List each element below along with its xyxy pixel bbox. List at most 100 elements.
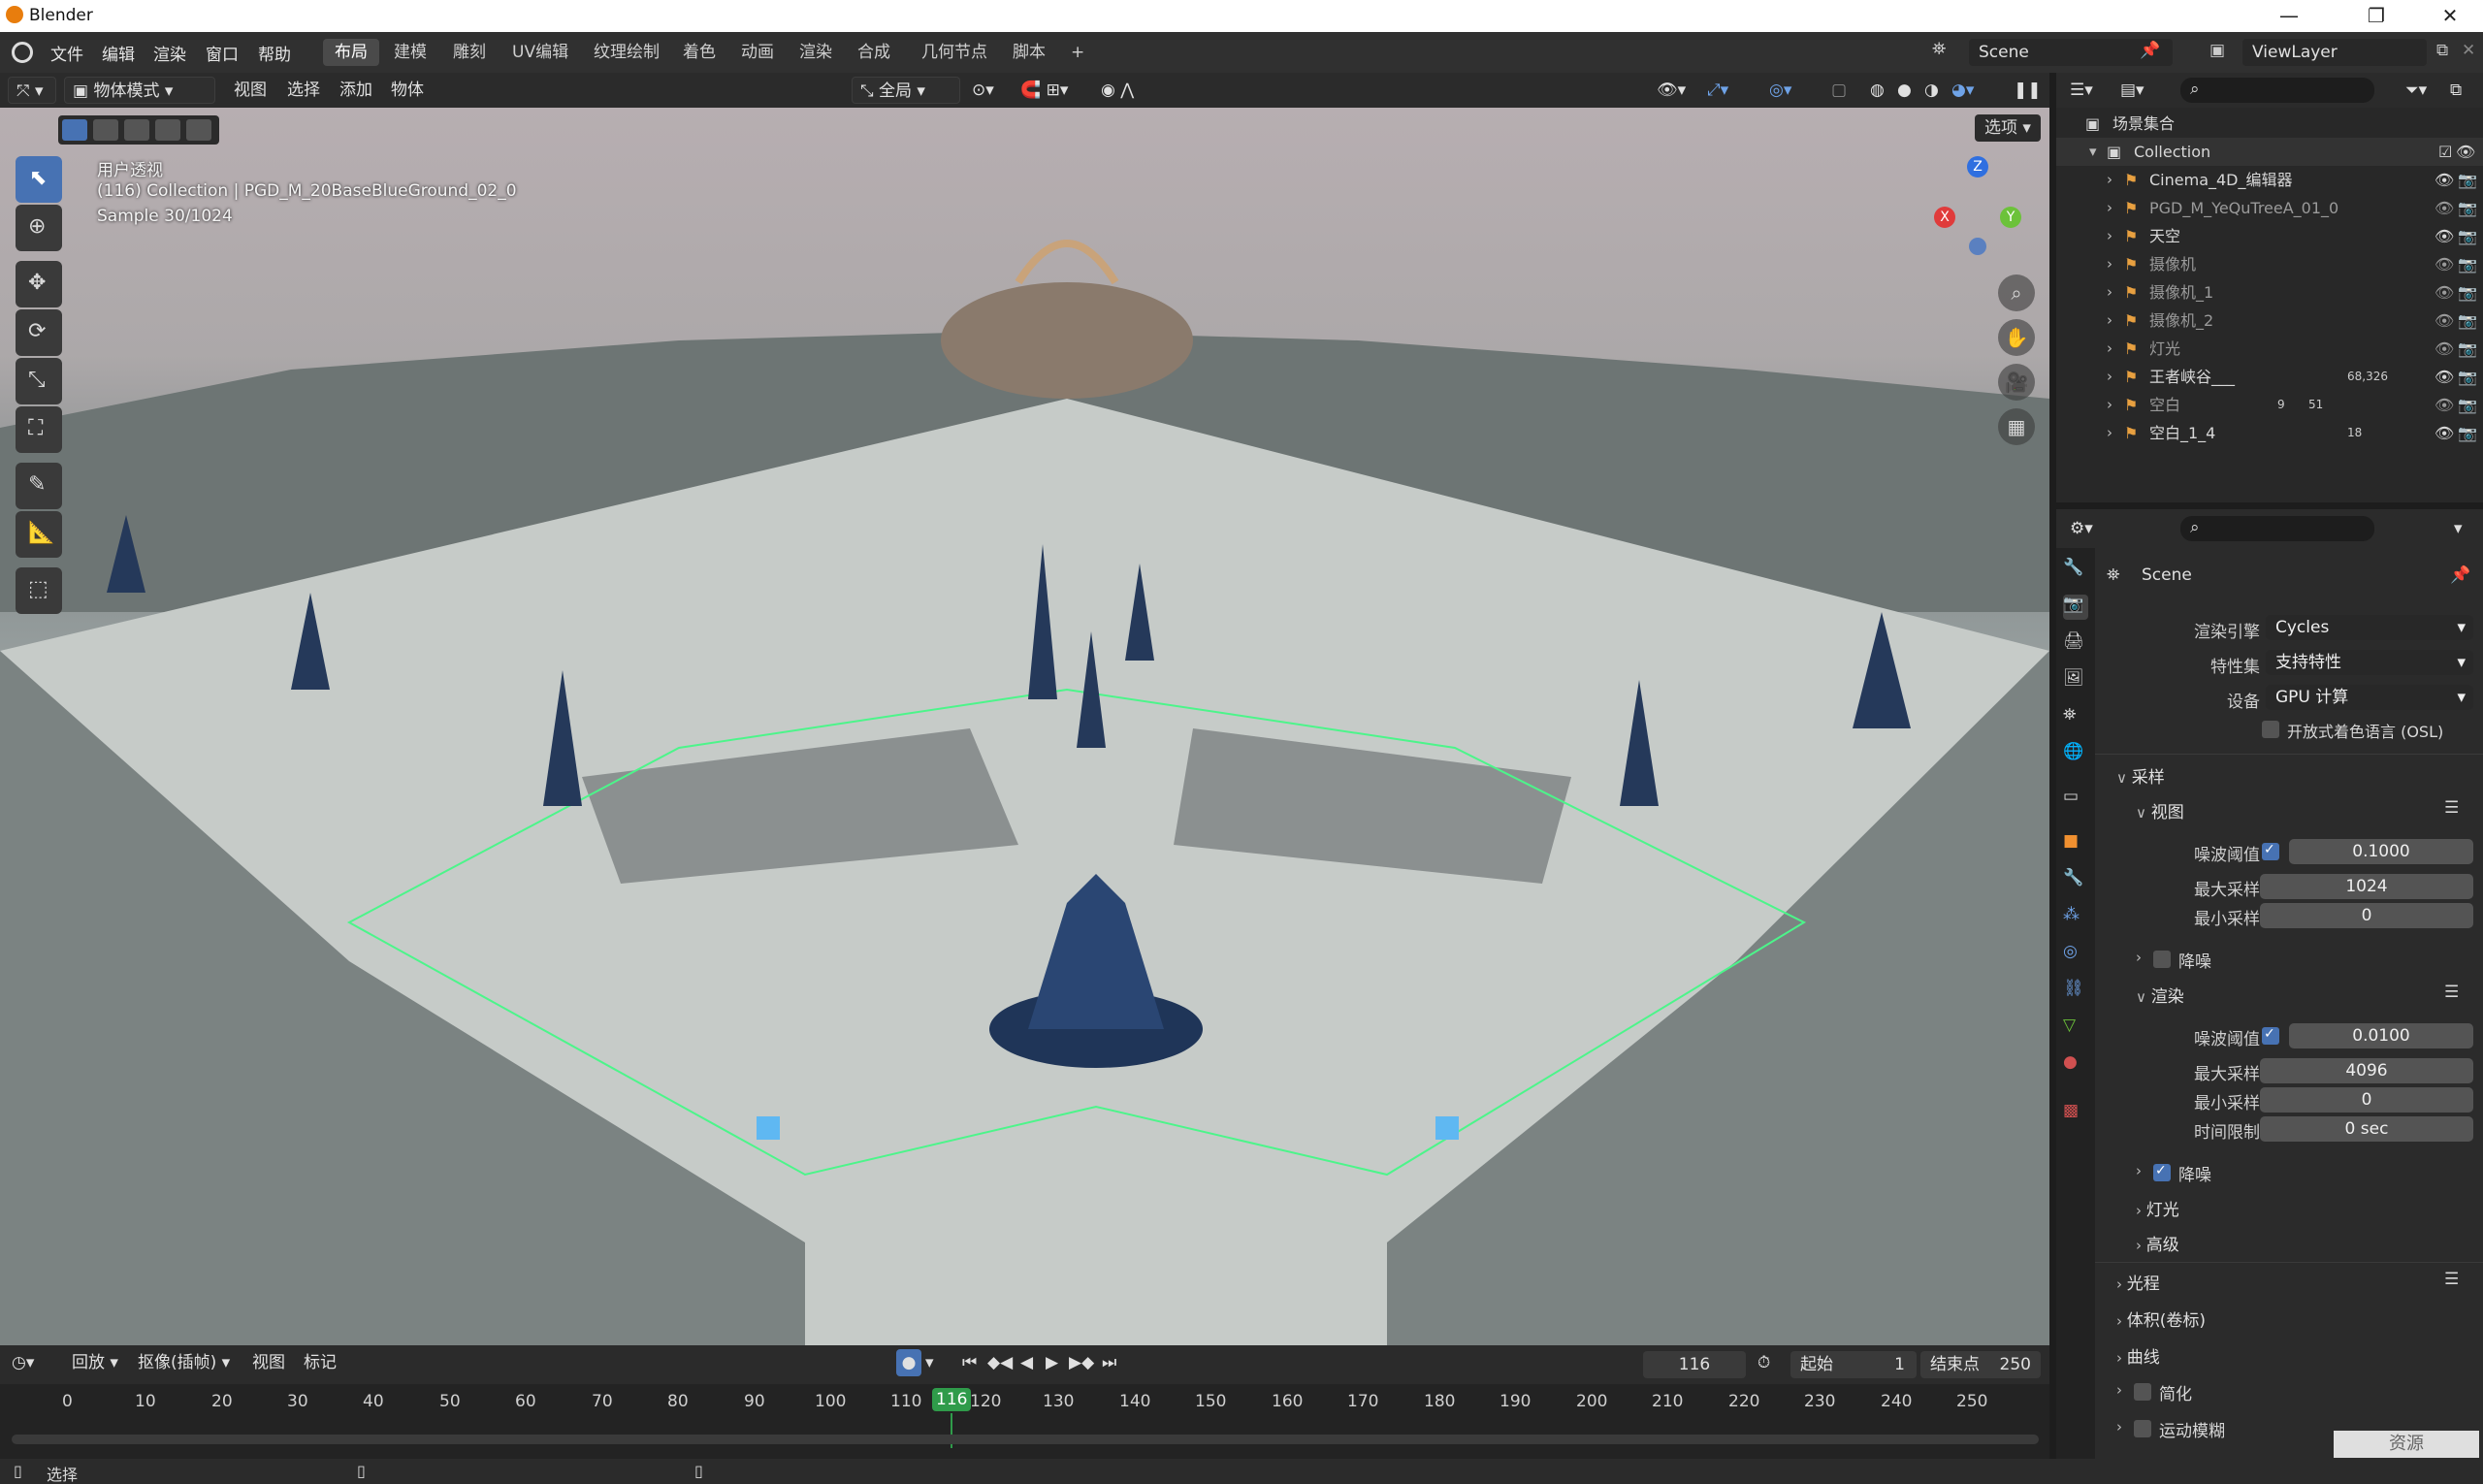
transform-orientation-dropdown[interactable]: ⤡ 全局 ▾: [852, 77, 960, 104]
tab-modeling[interactable]: 建模: [382, 39, 438, 66]
properties-search-input[interactable]: ⌕: [2180, 516, 2374, 541]
outliner-collection-row[interactable]: ▾ ▣ Collection ☑ 👁: [2056, 138, 2483, 166]
eye-icon[interactable]: 👁: [2435, 363, 2454, 391]
add-workspace-button[interactable]: +: [1059, 39, 1096, 66]
scale-tool-button[interactable]: ⤡: [16, 358, 62, 404]
device-dropdown[interactable]: GPU 计算 ▾: [2266, 685, 2473, 710]
particles-tab-icon[interactable]: ⁂: [2063, 905, 2088, 930]
expand-arrow-icon[interactable]: ›: [2107, 419, 2112, 447]
pin-icon[interactable]: 📌: [2450, 565, 2470, 585]
eye-icon[interactable]: 👁: [2435, 250, 2454, 278]
eye-icon[interactable]: 👁: [2435, 306, 2454, 335]
tab-layout[interactable]: 布局: [323, 39, 379, 66]
physics-tab-icon[interactable]: ◎: [2063, 942, 2088, 967]
render-denoise-header[interactable]: ›: [2136, 1161, 2142, 1180]
eye-icon[interactable]: 👁: [2435, 194, 2454, 222]
outliner-item-row[interactable]: › ⚑ 空白 9 51 👁 📷: [2056, 391, 2483, 419]
maximize-button[interactable]: ❐: [2347, 2, 2405, 29]
viewport-denoise-header[interactable]: ›: [2136, 948, 2142, 967]
filter-icon[interactable]: ⏷▾: [2405, 77, 2427, 104]
add-cube-tool-button[interactable]: ⬚: [16, 567, 62, 614]
annotate-tool-button[interactable]: ✎: [16, 463, 62, 509]
view-layer-field[interactable]: ViewLayer: [2242, 39, 2427, 66]
transform-tool-button[interactable]: ⛶: [16, 406, 62, 453]
camera-render-icon[interactable]: 📷: [2458, 419, 2477, 447]
timeline-editor-type-icon[interactable]: ◷▾: [12, 1349, 34, 1376]
viewport-menu-view[interactable]: 视图: [234, 77, 267, 104]
gizmo-toggle-icon[interactable]: ⤢▾: [1707, 77, 1728, 104]
playhead-frame-label[interactable]: 116: [932, 1388, 972, 1411]
clock-icon[interactable]: ⏱: [1757, 1349, 1770, 1376]
camera-render-icon[interactable]: 📷: [2458, 222, 2477, 250]
viewport-noise-threshold-checkbox[interactable]: [2262, 842, 2279, 860]
eye-icon[interactable]: 👁: [2435, 419, 2454, 447]
timeline-scrollbar[interactable]: [12, 1435, 2039, 1444]
select-invert-icon[interactable]: [155, 119, 180, 141]
new-view-layer-icon[interactable]: ⧉: [2436, 41, 2448, 60]
auto-keying-button[interactable]: ●: [896, 1349, 921, 1376]
eye-icon[interactable]: 👁: [2435, 335, 2454, 363]
properties-editor-type-icon[interactable]: ⚙▾: [2070, 515, 2093, 542]
view-layer-tab-icon[interactable]: 🖼: [2063, 668, 2088, 694]
view-layer-icon[interactable]: ▣: [2209, 41, 2237, 64]
select-tool-button[interactable]: ⬉: [16, 156, 62, 203]
expand-arrow-icon[interactable]: ›: [2107, 222, 2112, 250]
proportional-edit-icon[interactable]: ◉ ⋀: [1101, 77, 1134, 104]
tab-rendering[interactable]: 渲染: [788, 39, 844, 66]
tab-animation[interactable]: 动画: [729, 39, 786, 66]
ortho-toggle-icon[interactable]: ▦: [1998, 408, 2035, 445]
play-reverse-icon[interactable]: ◀: [1020, 1349, 1033, 1376]
pause-render-icon[interactable]: ❚❚: [2014, 77, 2042, 104]
camera-render-icon[interactable]: 📷: [2458, 335, 2477, 363]
viewport-min-samples-field[interactable]: 0: [2260, 903, 2473, 928]
properties-options-icon[interactable]: ▾: [2454, 515, 2463, 542]
tab-shading[interactable]: 着色: [671, 39, 727, 66]
playback-menu[interactable]: 回放 ▾: [72, 1349, 118, 1376]
options-dropdown[interactable]: 选项 ▾: [1975, 114, 2041, 142]
outliner-item-row[interactable]: › ⚑ 摄像机_1 👁 📷: [2056, 278, 2483, 306]
expand-arrow-icon[interactable]: ›: [2107, 391, 2112, 419]
cursor-tool-button[interactable]: ⊕: [16, 205, 62, 251]
viewport-menu-select[interactable]: 选择: [287, 77, 320, 104]
motion-blur-section-header[interactable]: ›: [2116, 1417, 2122, 1436]
select-subtract-icon[interactable]: [124, 119, 149, 141]
minimize-button[interactable]: —: [2260, 2, 2318, 29]
material-tab-icon[interactable]: ●: [2063, 1052, 2088, 1078]
eye-icon[interactable]: 👁: [2435, 391, 2454, 419]
light-paths-section-header[interactable]: › 光程: [2116, 1270, 2160, 1294]
time-limit-field[interactable]: 0 sec: [2260, 1116, 2473, 1142]
camera-render-icon[interactable]: 📷: [2458, 166, 2477, 194]
end-frame-field[interactable]: 结束点 250: [1920, 1351, 2041, 1378]
camera-view-icon[interactable]: 🎥: [1998, 364, 2035, 401]
world-tab-icon[interactable]: 🌐: [2063, 742, 2088, 767]
menu-edit[interactable]: 编辑: [102, 41, 135, 65]
motion-blur-checkbox[interactable]: [2134, 1420, 2151, 1437]
checkbox-icon[interactable]: ☑: [2438, 138, 2452, 166]
keying-options-icon[interactable]: ▾: [925, 1349, 934, 1376]
expand-arrow-icon[interactable]: ›: [2107, 194, 2112, 222]
tab-texture-paint[interactable]: 纹理绘制: [582, 39, 671, 66]
eye-icon[interactable]: 👁: [2435, 222, 2454, 250]
lights-subsection-header[interactable]: › 灯光: [2136, 1196, 2179, 1220]
remove-view-layer-icon[interactable]: ✕: [2462, 41, 2475, 60]
keying-menu[interactable]: 抠像(插帧) ▾: [138, 1349, 230, 1376]
outliner-editor-type-icon[interactable]: ☰▾: [2070, 77, 2093, 104]
render-subsection-header[interactable]: ∨ 渲染: [2136, 983, 2184, 1007]
outliner-item-row[interactable]: › ⚑ 灯光 👁 📷: [2056, 335, 2483, 363]
move-tool-button[interactable]: ✥: [16, 261, 62, 307]
select-box-icon[interactable]: [62, 119, 87, 141]
select-intersect-icon[interactable]: [186, 119, 211, 141]
expand-arrow-icon[interactable]: ›: [2107, 278, 2112, 306]
constraints-tab-icon[interactable]: ⛓: [2063, 979, 2088, 1004]
measure-tool-button[interactable]: 📐: [16, 511, 62, 558]
viewport-max-samples-field[interactable]: 1024: [2260, 874, 2473, 899]
selection-mode-buttons[interactable]: [58, 115, 219, 145]
gizmo-neg-z-axis[interactable]: [1969, 238, 1986, 255]
select-extend-icon[interactable]: [93, 119, 118, 141]
render-noise-threshold-checkbox[interactable]: [2262, 1026, 2279, 1045]
gizmo-x-axis[interactable]: X: [1934, 207, 1955, 228]
render-noise-threshold-field[interactable]: 0.0100: [2289, 1023, 2473, 1048]
zoom-icon[interactable]: ⌕: [1998, 274, 2035, 311]
sampling-section-header[interactable]: ∨ 采样: [2116, 763, 2165, 788]
expand-arrow-icon[interactable]: ›: [2107, 250, 2112, 278]
